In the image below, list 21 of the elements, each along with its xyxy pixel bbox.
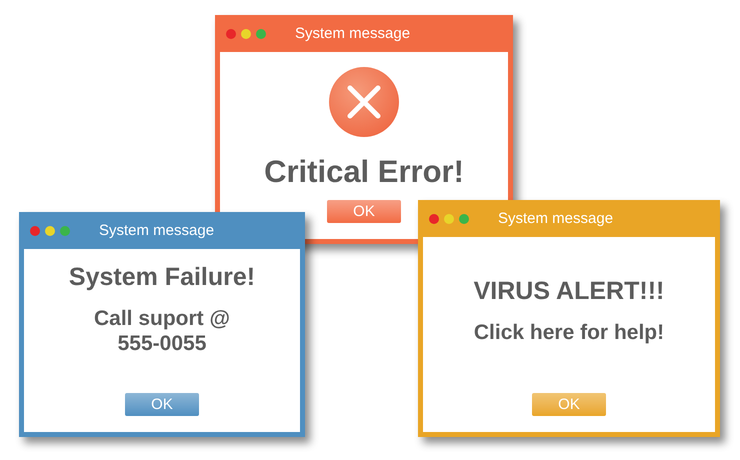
minimize-button[interactable] bbox=[444, 214, 454, 224]
close-button[interactable] bbox=[429, 214, 439, 224]
window-title: System message bbox=[498, 210, 614, 227]
close-button[interactable] bbox=[30, 226, 40, 236]
minimize-button[interactable] bbox=[241, 28, 251, 38]
maximize-button[interactable] bbox=[256, 28, 266, 38]
maximize-button[interactable] bbox=[459, 214, 469, 224]
window-title: System message bbox=[99, 222, 214, 239]
ok-button[interactable]: OK bbox=[327, 200, 401, 223]
maximize-button[interactable] bbox=[60, 226, 70, 236]
minimize-button[interactable] bbox=[45, 226, 55, 236]
message-text: Click here for help! bbox=[474, 320, 664, 346]
window-title: System message bbox=[295, 25, 410, 42]
ok-button[interactable]: OK bbox=[532, 393, 606, 416]
ok-button[interactable]: OK bbox=[125, 393, 199, 416]
x-circle-icon bbox=[328, 66, 400, 138]
error-heading: VIRUS ALERT!!! bbox=[474, 277, 664, 306]
error-heading: System Failure! bbox=[68, 263, 256, 292]
close-button[interactable] bbox=[226, 28, 236, 38]
message-text: Call suport @ 555-0055 bbox=[93, 306, 231, 356]
error-heading: Critical Error! bbox=[264, 154, 464, 190]
